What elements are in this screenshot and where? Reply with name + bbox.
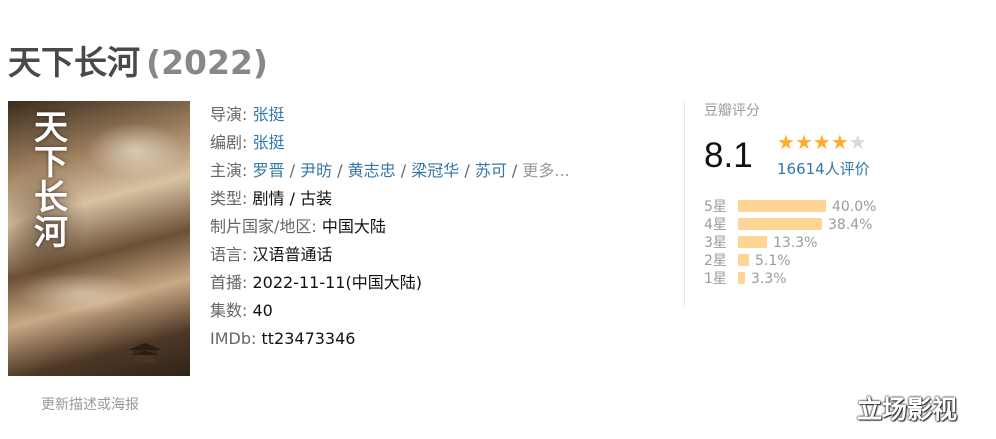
rating-stars: ★★★★★: [777, 132, 867, 153]
language-row: 语言: 汉语普通话: [210, 245, 333, 264]
distribution-bar: [738, 271, 745, 284]
cast-more-link[interactable]: 更多...: [522, 161, 569, 180]
country-value: 中国大陆: [321, 217, 386, 236]
cast-link[interactable]: 梁冠华: [411, 161, 459, 180]
star-filled-icon: ★: [812, 130, 831, 154]
distribution-percent: 13.3%: [773, 235, 818, 251]
premiere-value: 2022-11-11(中国大陆): [252, 273, 422, 292]
rating-panel: 豆瓣评分 8.1 ★★★★★ 16614人评价: [704, 100, 870, 178]
imdb-value: tt23473346: [261, 329, 356, 348]
episodes-value: 40: [252, 301, 273, 320]
distribution-row: 5星 40.0%: [704, 198, 876, 216]
update-poster-link[interactable]: 更新描述或海报: [41, 394, 139, 414]
info-panel: 导演: 张挺 编剧: 张挺 主演: 罗晋 / 尹昉 / 黄志忠 / 梁冠华 / …: [210, 101, 570, 353]
star-empty-icon: ★: [848, 130, 867, 154]
distribution-bar: [738, 253, 749, 266]
poster-image[interactable]: 天下长河: [8, 101, 190, 376]
writer-label: 编剧: [210, 133, 243, 152]
premiere-label: 首播: [210, 273, 243, 292]
genre-label: 类型: [210, 189, 243, 208]
poster-title-calligraphy: 天下长河: [34, 108, 68, 253]
distribution-row: 4星 38.4%: [704, 216, 876, 234]
distribution-label: 1星: [704, 271, 727, 287]
language-label: 语言: [210, 245, 243, 264]
page-title: 天下长河 (2022): [8, 36, 268, 84]
rating-label: 豆瓣评分: [704, 103, 760, 119]
star-filled-icon: ★: [794, 130, 813, 154]
distribution-row: 1星 3.3%: [704, 270, 876, 288]
country-row: 制片国家/地区: 中国大陆: [210, 217, 386, 236]
pavilion-icon: [128, 343, 162, 363]
distribution-label: 4星: [704, 217, 727, 233]
premiere-row: 首播: 2022-11-11(中国大陆): [210, 273, 422, 292]
distribution-bar: [738, 217, 822, 230]
cast-label: 主演: [210, 161, 243, 180]
writer-row: 编剧: 张挺: [210, 133, 285, 152]
distribution-label: 2星: [704, 253, 727, 269]
country-label: 制片国家/地区: [210, 217, 312, 236]
genre-value: 剧情 / 古装: [252, 189, 333, 208]
star-filled-icon: ★: [830, 130, 849, 154]
section-divider: [684, 101, 685, 307]
episodes-label: 集数: [210, 301, 243, 320]
cast-link[interactable]: 尹昉: [300, 161, 332, 180]
imdb-row: IMDb: tt23473346: [210, 329, 356, 348]
rating-distribution: 5星 40.0% 4星 38.4% 3星 13.3% 2星 5.1% 1星 3.3%: [704, 198, 876, 288]
distribution-label: 5星: [704, 199, 727, 215]
distribution-percent: 3.3%: [751, 271, 787, 287]
distribution-row: 2星 5.1%: [704, 252, 876, 270]
cast-row: 主演: 罗晋 / 尹昉 / 黄志忠 / 梁冠华 / 苏可 / 更多...: [210, 161, 570, 180]
director-row: 导演: 张挺: [210, 105, 285, 124]
title-year: (2022): [146, 43, 269, 82]
star-filled-icon: ★: [777, 130, 795, 154]
cast-link[interactable]: 罗晋: [253, 161, 285, 180]
distribution-bar: [738, 235, 767, 248]
genre-row: 类型: 剧情 / 古装: [210, 189, 333, 208]
title-text: 天下长河: [8, 43, 140, 82]
distribution-row: 3星 13.3%: [704, 234, 876, 252]
distribution-bar: [738, 199, 826, 212]
rating-count-link[interactable]: 16614人评价: [777, 158, 870, 179]
cast-link[interactable]: 苏可: [475, 161, 507, 180]
distribution-percent: 5.1%: [755, 253, 791, 269]
director-label: 导演: [210, 105, 243, 124]
rating-score: 8.1: [704, 136, 753, 175]
distribution-percent: 40.0%: [832, 199, 877, 215]
director-link[interactable]: 张挺: [253, 105, 285, 124]
episodes-row: 集数: 40: [210, 301, 273, 320]
watermark: 立场影视: [857, 395, 958, 424]
cast-link[interactable]: 黄志忠: [348, 161, 396, 180]
distribution-percent: 38.4%: [828, 217, 873, 233]
language-value: 汉语普通话: [252, 245, 333, 264]
distribution-label: 3星: [704, 235, 727, 251]
writer-link[interactable]: 张挺: [253, 133, 285, 152]
imdb-label: IMDb: [210, 329, 251, 348]
